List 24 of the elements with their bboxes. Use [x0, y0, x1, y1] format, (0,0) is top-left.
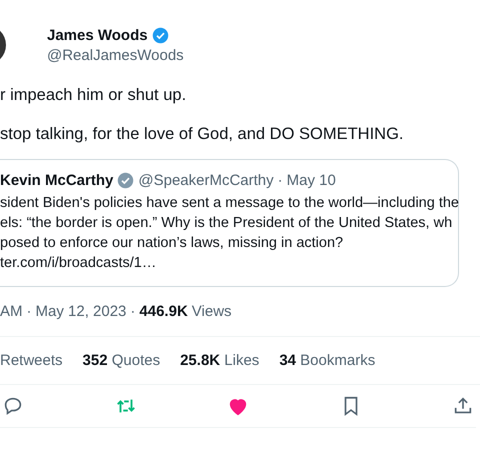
dot-separator: · — [130, 303, 136, 320]
stat-link[interactable]: 352 Quotes — [82, 352, 160, 369]
post-time[interactable]: AM — [0, 303, 22, 320]
author-name[interactable]: James Woods — [47, 26, 148, 44]
dot-separator: · — [26, 303, 32, 320]
stat-link[interactable]: 34 Bookmarks — [279, 352, 376, 369]
dot-separator: · — [278, 172, 283, 189]
author-handle[interactable]: @RealJamesWoods — [47, 46, 184, 64]
stat-link[interactable]: Retweets — [0, 352, 63, 369]
quote-text-line: ter.com/i/broadcasts/1… — [0, 254, 158, 273]
quote-author-name: Kevin McCarthy — [0, 172, 114, 189]
views-count: 446.9K — [139, 303, 188, 320]
tweet-text: stop talking, for the love of God, and DO SOMETHING. — [0, 125, 405, 144]
stat-link[interactable]: 25.8K Likes — [180, 352, 260, 369]
quote-card[interactable] — [0, 159, 459, 287]
tweet-text: r impeach him or shut up. — [0, 86, 188, 105]
post-date[interactable]: May 12, 2023 — [36, 303, 126, 320]
quote-author-handle: @SpeakerMcCarthy — [138, 172, 274, 189]
quote-date: May 10 — [286, 172, 336, 189]
reply-icon[interactable] — [2, 395, 24, 417]
quote-text-line: els: “the border is open.” Why is the President of the United States, wh — [0, 214, 454, 233]
quote-text-line: posed to enforce our nation’s laws, missing in action? — [0, 234, 344, 253]
views-label: Views — [192, 303, 232, 320]
quote-text-line: sident Biden's policies have sent a message to the world—including the — [0, 194, 458, 213]
